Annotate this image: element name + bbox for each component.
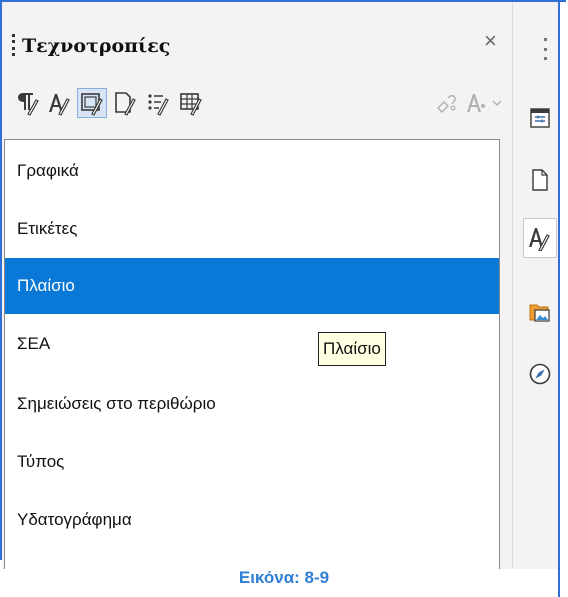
styles-deck: Τεχνοτροπίες × Γραφικά Ετικέτες Πλαίσιο … [2,2,512,569]
list-item-label: Ετικέτες [17,219,78,238]
fill-format-mode-button[interactable] [432,88,462,118]
gallery-icon [529,304,550,322]
list-item-labels[interactable]: Ετικέτες [5,201,499,257]
close-button[interactable]: × [484,28,497,54]
deck-header: Τεχνοτροπίες × [2,2,512,82]
list-item-frame[interactable]: Πλαίσιο [5,258,499,314]
deck-title: Τεχνοτροπίες [22,35,171,57]
list-item-label: Τύπος [17,452,65,471]
list-item-marginalia[interactable]: Σημειώσεις στο περιθώριο [5,376,499,432]
fill-format-mode-icon [437,95,456,113]
styles-list: Γραφικά Ετικέτες Πλαίσιο ΣΕΑ Σημειώσεις … [4,139,500,569]
paragraph-styles-icon [18,93,39,116]
paragraph-styles-button[interactable] [12,88,42,118]
page-icon [532,169,548,191]
tab-styles[interactable] [523,218,557,258]
list-item-label: Γραφικά [17,161,79,180]
list-item-ole[interactable]: ΣΕΑ [5,316,499,372]
sidebar-tabbar [512,2,558,569]
styles-toolbar [2,82,512,130]
list-item-label: Υδατογράφημα [17,510,132,529]
properties-icon [530,108,550,128]
list-item-label: Πλαίσιο [17,276,75,295]
figure-frame-right [558,0,560,597]
list-item-watermark[interactable]: Υδατογράφημα [5,492,499,548]
table-styles-button[interactable] [176,88,206,118]
tab-page[interactable] [523,160,557,200]
list-styles-icon [148,94,169,116]
navigator-icon [529,363,551,385]
list-item-label: ΣΕΑ [17,334,51,353]
tooltip: Πλαίσιο [318,332,386,366]
tab-gallery[interactable] [523,292,557,332]
list-item-formula[interactable]: Τύπος [5,434,499,490]
frame-styles-button[interactable] [77,88,107,118]
character-styles-button[interactable] [44,88,74,118]
page-styles-button[interactable] [110,88,140,118]
list-item-label: Σημειώσεις στο περιθώριο [17,394,216,413]
character-styles-icon [49,94,70,116]
list-item-graphics[interactable]: Γραφικά [5,143,499,199]
figure-caption: Εικόνα: 8-9 [238,568,330,587]
style-actions-button[interactable] [464,88,504,118]
table-styles-icon [180,93,202,116]
page-styles-icon [115,92,136,116]
figure: Τεχνοτροπίες × Γραφικά Ετικέτες Πλαίσιο … [0,0,568,597]
tab-navigator[interactable] [523,354,557,394]
grip-handle[interactable] [12,34,16,56]
list-styles-button[interactable] [143,88,173,118]
frame-styles-icon [81,93,103,116]
styles-icon [529,228,550,251]
tab-properties[interactable] [523,98,557,138]
sidebar-menu-icon[interactable] [544,38,547,60]
style-actions-icon [467,94,502,112]
